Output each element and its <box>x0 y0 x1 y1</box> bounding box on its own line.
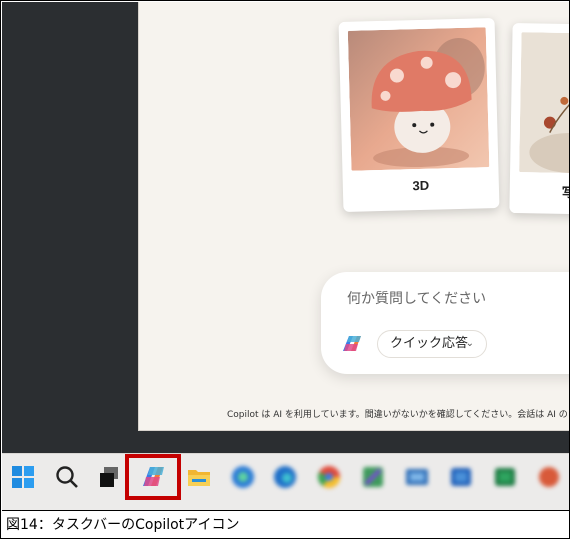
desktop: 3D 写 何か質問してください クイック応答 ⌄ Copilot は AI を利… <box>2 2 570 453</box>
app-icon[interactable] <box>404 464 430 490</box>
chevron-down-icon: ⌄ <box>465 338 474 349</box>
card-caption: 写 <box>561 184 570 201</box>
mode-label: クイック応答 <box>390 336 469 351</box>
response-mode-dropdown[interactable]: クイック応答 ⌄ <box>377 330 487 358</box>
chat-composer: 何か質問してください クイック応答 ⌄ <box>321 272 569 374</box>
search-icon[interactable] <box>54 464 80 490</box>
copilot-window: 3D 写 何か質問してください クイック応答 ⌄ Copilot は AI を利… <box>138 2 570 431</box>
app-icon[interactable] <box>492 464 518 490</box>
app-icon[interactable] <box>536 464 562 490</box>
flower-image <box>519 32 569 174</box>
taskbar <box>2 453 569 510</box>
figure-frame: 3D 写 何か質問してください クイック応答 ⌄ Copilot は AI を利… <box>0 0 570 539</box>
file-explorer-icon[interactable] <box>186 464 212 490</box>
edge-icon[interactable] <box>230 464 256 490</box>
task-view-icon[interactable] <box>96 464 122 490</box>
edge-icon[interactable] <box>272 464 298 490</box>
style-card-3d[interactable]: 3D <box>338 17 500 213</box>
copilot-icon[interactable] <box>140 464 166 490</box>
app-icon[interactable] <box>448 464 474 490</box>
windows-start-icon[interactable] <box>10 464 36 490</box>
chrome-icon[interactable] <box>316 464 342 490</box>
figure-caption: 図14：タスクバーのCopilotアイコン <box>2 510 569 538</box>
style-card-photo[interactable]: 写 <box>509 22 570 216</box>
ai-disclaimer: Copilot は AI を利用しています。間違いがないかを確認してください。会… <box>227 410 570 420</box>
copilot-icon <box>341 334 363 354</box>
app-icon[interactable] <box>360 464 386 490</box>
mushroom-image <box>347 27 490 171</box>
card-caption: 3D <box>412 177 430 194</box>
message-input[interactable]: 何か質問してください <box>347 288 486 308</box>
